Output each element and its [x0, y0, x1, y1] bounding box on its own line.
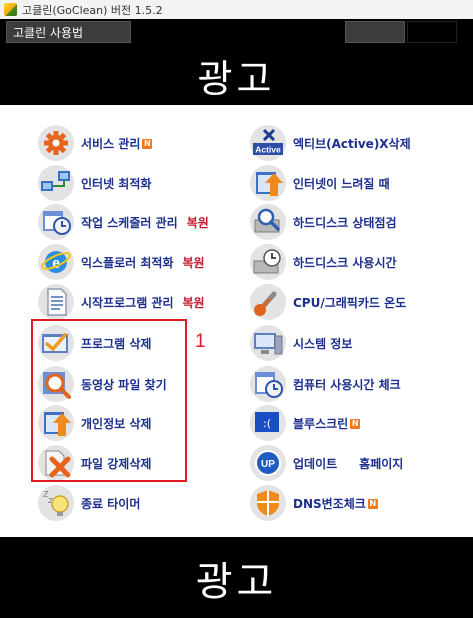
window-title: 고클린(GoClean) 버전 1.5.2	[22, 3, 163, 17]
task-scheduler-label: 작업 스케줄러 관리	[81, 215, 178, 230]
internet-optimize-label: 인터넷 최적화	[81, 176, 152, 191]
explorer-restore-link[interactable]: 복원	[183, 254, 205, 271]
dns-tamper-check-item[interactable]: DNS변조체크 N	[250, 485, 378, 521]
disk-usage-time-label: 하드디스크 사용시간	[293, 255, 397, 270]
menu-button-blank[interactable]	[345, 21, 405, 43]
dns-tamper-check-label: DNS변조체크 N	[293, 496, 378, 511]
menu-button-blank-dark[interactable]	[407, 21, 457, 43]
computer-usage-time-item[interactable]: 컴퓨터 사용시간 체크	[250, 366, 401, 402]
network-icon	[38, 165, 74, 201]
homepage-link[interactable]: 홈페이지	[359, 455, 403, 472]
activex-icon: Active	[250, 125, 286, 161]
svg-text:Active: Active	[255, 145, 281, 155]
annotation-number: 1	[195, 331, 206, 352]
bluescreen-item[interactable]: :( 블루스크린 N	[250, 405, 361, 441]
sleep-timer-icon: ZZ	[38, 485, 74, 521]
disk-check-icon	[250, 204, 286, 240]
activex-delete-item[interactable]: Active 엑티브(Active)X삭제	[250, 125, 411, 161]
internet-optimize-item[interactable]: 인터넷 최적화	[38, 165, 151, 201]
new-badge: N	[142, 139, 153, 149]
dns-shield-icon	[250, 485, 286, 521]
startup-document-icon	[38, 284, 74, 320]
update-label: 업데이트	[293, 456, 338, 471]
service-management-label: 서비스 관리 N	[81, 136, 153, 151]
disk-health-check-item[interactable]: 하드디스크 상태점검	[250, 204, 397, 240]
cpu-gpu-temperature-label: CPU/그래픽카드 온도	[293, 295, 407, 310]
startup-programs-item[interactable]: 시작프로그램 관리 복원	[38, 284, 205, 320]
cpu-gpu-temperature-item[interactable]: CPU/그래픽카드 온도	[250, 284, 406, 320]
startup-programs-label: 시작프로그램 관리	[81, 295, 174, 310]
update-icon: UP	[250, 445, 286, 481]
computer-time-icon	[250, 366, 286, 402]
task-scheduler-item[interactable]: 작업 스케줄러 관리 복원	[38, 204, 209, 240]
system-info-label: 시스템 정보	[293, 336, 353, 351]
slow-internet-label: 인터넷이 느려질 때	[293, 176, 390, 191]
new-badge: N	[350, 419, 361, 429]
system-info-icon	[250, 325, 286, 361]
ad-banner-bottom[interactable]: 광고	[0, 537, 473, 618]
explorer-optimize-item[interactable]: e 익스플로러 최적화 복원	[38, 244, 205, 280]
new-badge: N	[367, 499, 378, 509]
scheduler-clock-icon	[38, 204, 74, 240]
task-scheduler-restore-link[interactable]: 복원	[187, 214, 209, 231]
slow-internet-icon	[250, 165, 286, 201]
explorer-optimize-label: 익스플로러 최적화	[81, 255, 174, 270]
disk-usage-time-item[interactable]: 하드디스크 사용시간	[250, 244, 397, 280]
highlight-box	[31, 319, 187, 482]
disk-health-check-label: 하드디스크 상태점검	[293, 215, 397, 230]
update-item[interactable]: UP 업데이트 홈페이지	[250, 445, 403, 481]
activex-delete-label: 엑티브(Active)X삭제	[293, 136, 411, 151]
ad-banner-top[interactable]: 광고	[0, 45, 473, 105]
bluescreen-label: 블루스크린 N	[293, 416, 361, 431]
title-bar: 고클린(GoClean) 버전 1.5.2	[0, 0, 473, 19]
svg-text::(: :(	[263, 417, 271, 430]
computer-usage-time-label: 컴퓨터 사용시간 체크	[293, 377, 401, 392]
shutdown-timer-label: 종료 타이머	[81, 496, 141, 511]
startup-restore-link[interactable]: 복원	[183, 294, 205, 311]
slow-internet-item[interactable]: 인터넷이 느려질 때	[250, 165, 390, 201]
svg-text:UP: UP	[261, 459, 275, 470]
shutdown-timer-item[interactable]: ZZ 종료 타이머	[38, 485, 140, 521]
menu-bar: 고클린 사용법	[0, 19, 473, 45]
bluescreen-icon: :(	[250, 405, 286, 441]
service-management-item[interactable]: 서비스 관리 N	[38, 125, 153, 161]
internet-explorer-icon: e	[38, 244, 74, 280]
app-logo-icon	[4, 3, 17, 16]
disk-time-icon	[250, 244, 286, 280]
gear-icon	[38, 125, 74, 161]
usage-guide-button[interactable]: 고클린 사용법	[6, 21, 131, 43]
system-info-item[interactable]: 시스템 정보	[250, 325, 352, 361]
temperature-icon	[250, 284, 286, 320]
